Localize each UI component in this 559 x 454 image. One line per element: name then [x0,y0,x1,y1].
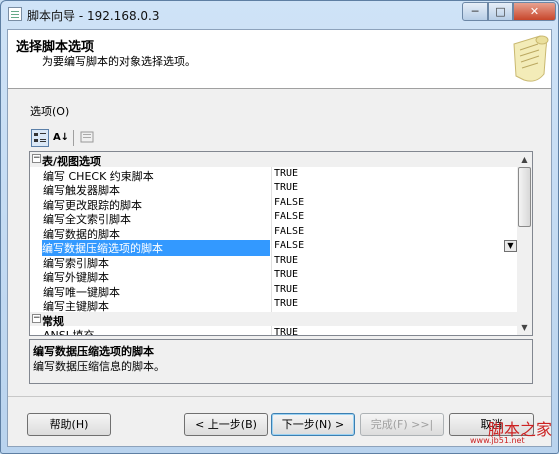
category-row[interactable]: − 常规 [30,311,517,328]
property-value[interactable]: TRUE [274,298,298,309]
description-title: 编写数据压缩选项的脚本 [33,345,154,358]
property-value[interactable]: FALSE [274,211,304,222]
page-subtitle: 为要编写脚本的对象选择选项。 [42,55,196,68]
column-divider [271,239,272,254]
category-row[interactable]: − 表/视图选项 [30,152,517,168]
property-value[interactable]: FALSE [274,226,304,237]
description-panel: 编写数据压缩选项的脚本 编写数据压缩信息的脚本。 [29,339,533,384]
column-divider [271,268,272,283]
app-icon [8,7,22,21]
column-divider [271,195,272,210]
site-watermark: 脚本之家 www.jb51.net [467,402,559,452]
title-bar[interactable]: 脚本向导 - 192.168.0.3 ─ □ ✕ [1,1,558,29]
property-value[interactable]: TRUE [274,284,298,295]
property-row[interactable]: 编写索引脚本 TRUE [30,253,517,270]
column-divider [271,297,272,312]
property-value[interactable]: TRUE [274,255,298,266]
scroll-up-icon[interactable]: ▲ [517,152,532,167]
close-button[interactable]: ✕ [513,2,556,21]
property-row[interactable]: 编写外键脚本 TRUE [30,268,517,284]
window-title: 脚本向导 - 192.168.0.3 [27,9,160,23]
property-value[interactable]: TRUE [274,269,298,280]
scroll-thumb[interactable] [518,167,531,227]
scroll-illustration-icon [513,35,549,82]
property-value[interactable]: TRUE [274,168,298,179]
scroll-down-icon[interactable]: ▼ [517,320,532,335]
minimize-button[interactable]: ─ [462,2,488,21]
property-value[interactable]: FALSE [274,197,304,208]
property-value-editor[interactable]: FALSE [274,240,304,251]
column-divider [271,181,272,196]
wizard-window: 脚本向导 - 192.168.0.3 ─ □ ✕ 选择脚本选项 为要编写脚本的对… [0,0,559,454]
property-value[interactable]: TRUE [274,327,298,335]
property-value[interactable]: TRUE [274,182,298,193]
column-divider [271,253,272,268]
wizard-body: 选择脚本选项 为要编写脚本的对象选择选项。 选项(O) A↓ − 表/视图选项 [7,29,552,447]
categorized-view-icon[interactable] [31,129,49,147]
next-button[interactable]: 下一步(N) > [271,413,355,436]
help-button[interactable]: 帮助(H) [27,413,111,436]
property-row[interactable]: 编写触发器脚本 TRUE [30,181,517,197]
property-grid[interactable]: − 表/视图选项 编写 CHECK 约束脚本 TRUE 编写触发器脚本 TRUE 编… [29,151,533,336]
dropdown-arrow-icon[interactable]: ▼ [504,240,517,252]
property-row[interactable]: 编写数据的脚本 FALSE [30,224,517,241]
property-row[interactable]: ANSI 填充 TRUE [30,326,517,336]
collapse-icon[interactable]: − [32,313,41,323]
property-name: ANSI 填充 [43,329,95,336]
property-row-selected[interactable]: 编写数据压缩选项的脚本 FALSE ▼ [30,239,517,256]
property-row[interactable]: 编写全文索引脚本 FALSE [30,210,517,226]
property-row[interactable]: 编写更改跟踪的脚本 FALSE [30,195,517,212]
options-label: 选项(O) [30,105,70,118]
back-button[interactable]: < 上一步(B) [184,413,268,436]
column-divider [271,166,272,181]
property-pages-icon[interactable] [78,129,96,147]
alphabetical-sort-icon[interactable]: A↓ [52,129,70,147]
footer-divider [8,396,551,397]
column-divider [271,326,272,335]
column-divider [271,210,272,225]
column-divider [271,224,272,239]
watermark-url: www.jb51.net [470,436,525,445]
property-row[interactable]: 编写主键脚本 TRUE [30,297,517,313]
column-divider [271,282,272,297]
toolbar-divider [73,130,74,146]
property-row[interactable]: 编写 CHECK 约束脚本 TRUE [30,166,517,183]
collapse-icon[interactable]: − [32,154,41,163]
property-row[interactable]: 编写唯一键脚本 TRUE [30,282,517,299]
maximize-button[interactable]: □ [488,2,513,21]
header-panel: 选择脚本选项 为要编写脚本的对象选择选项。 [8,30,551,89]
description-text: 编写数据压缩信息的脚本。 [33,360,165,373]
vertical-scrollbar[interactable]: ▲ ▼ [517,152,532,335]
finish-button[interactable]: 完成(F) >>| [360,413,444,436]
